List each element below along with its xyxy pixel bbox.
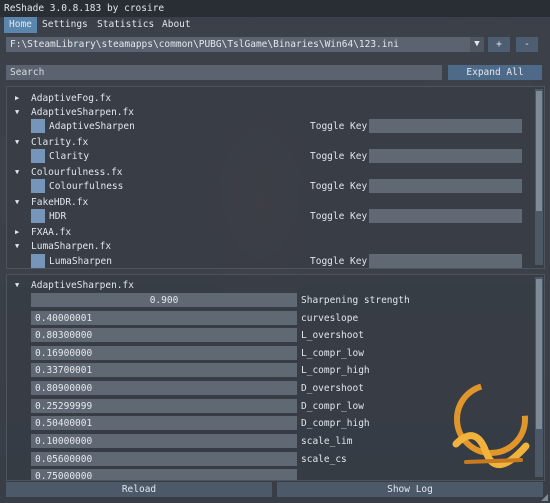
param-drag-field[interactable]: 0.05600000 [31,452,297,466]
technique-checkbox[interactable] [31,149,45,163]
toggle-key-field[interactable] [369,149,522,163]
toggle-key-field[interactable] [369,179,522,193]
param-row: 0.900 Sharpening strength [7,293,532,308]
triangle-down-icon[interactable]: ▼ [15,242,19,250]
search-input[interactable]: Search [6,65,442,80]
triangle-right-icon[interactable]: ▶ [15,94,19,102]
param-row: 0.80300000 L_overshoot [7,328,532,343]
param-drag-field[interactable]: 0.10000000 [31,434,297,448]
chevron-down-icon[interactable]: ▼ [470,37,484,52]
technique-row-colourfulness: Colourfulness Toggle Key [7,179,532,194]
param-drag-field[interactable]: 0.80300000 [31,328,297,342]
triangle-down-icon[interactable]: ▼ [15,168,19,176]
param-drag-field[interactable]: 0.50400001 [31,416,297,430]
effect-header-fxaa[interactable]: ▶ FXAA.fx [7,225,532,240]
param-drag-field[interactable]: 0.40000001 [31,311,297,325]
tab-about[interactable]: About [157,17,196,33]
technique-row-lumasharpen: LumaSharpen Toggle Key [7,254,532,268]
param-drag-field[interactable]: 0.25299999 [31,399,297,413]
technique-checkbox[interactable] [31,179,45,193]
show-log-button[interactable]: Show Log [277,482,543,497]
technique-checkbox[interactable] [31,254,45,268]
param-drag-field[interactable]: 0.16900000 [31,346,297,360]
menu-bar: Home Settings Statistics About [0,17,550,33]
effects-scrollbar[interactable] [535,89,543,265]
effects-scrollbar-thumb[interactable] [536,91,542,211]
technique-checkbox[interactable] [31,209,45,223]
params-header[interactable]: ▼ AdaptiveSharpen.fx [7,278,532,293]
effects-list[interactable]: ▶ AdaptiveFog.fx ▼ AdaptiveSharpen.fx Ad… [6,86,545,269]
watermark-logo [452,382,530,468]
effect-header-lumasharpen[interactable]: ▼ LumaSharpen.fx [7,239,532,254]
effect-header-colourfulness[interactable]: ▼ Colourfulness.fx [7,165,532,180]
technique-row-clarity: Clarity Toggle Key [7,149,532,164]
expand-all-button[interactable]: Expand All [448,65,542,80]
toggle-key-field[interactable] [369,119,522,133]
triangle-down-icon[interactable]: ▼ [15,198,19,206]
param-row: 0.16900000 L_compr_low [7,346,532,361]
param-slider[interactable]: 0.900 [31,293,297,307]
triangle-down-icon[interactable]: ▼ [15,138,19,146]
toggle-key-field[interactable] [369,209,522,223]
effect-header-adaptivefog[interactable]: ▶ AdaptiveFog.fx [7,91,532,106]
param-drag-field[interactable]: 0.75000000 [31,469,297,480]
logo-underline [464,458,523,464]
resize-grip[interactable] [541,494,548,501]
preset-selector[interactable]: F:\SteamLibrary\steamapps\common\PUBG\Ts… [6,37,484,52]
param-row: 0.40000001 curveslope [7,311,532,326]
search-placeholder: Search [10,67,45,78]
triangle-down-icon[interactable]: ▼ [15,108,19,116]
title-bar[interactable]: ReShade 3.0.8.183 by crosire [0,0,550,17]
logo-ring [454,382,528,456]
add-preset-button[interactable]: + [488,37,510,52]
param-drag-field[interactable]: 0.80900000 [31,381,297,395]
param-drag-field[interactable]: 0.33700001 [31,363,297,377]
effect-header-clarity[interactable]: ▼ Clarity.fx [7,135,532,150]
tab-statistics[interactable]: Statistics [92,17,159,33]
remove-preset-button[interactable]: - [516,37,538,52]
technique-row-hdr: HDR Toggle Key [7,209,532,224]
tab-settings[interactable]: Settings [37,17,93,33]
toggle-key-field[interactable] [369,254,522,268]
effect-header-fakehdr[interactable]: ▼ FakeHDR.fx [7,195,532,210]
preset-path: F:\SteamLibrary\steamapps\common\PUBG\Ts… [10,39,399,50]
effect-header-adaptivesharpen[interactable]: ▼ AdaptiveSharpen.fx [7,105,532,120]
technique-row-adaptivesharpen: AdaptiveSharpen Toggle Key [7,119,532,134]
reshade-window: ReShade 3.0.8.183 by crosire Home Settin… [0,0,550,503]
reload-button[interactable]: Reload [6,482,272,497]
tab-home[interactable]: Home [4,17,37,33]
window-title: ReShade 3.0.8.183 by crosire [4,3,165,14]
triangle-right-icon[interactable]: ▶ [15,228,19,236]
technique-checkbox[interactable] [31,119,45,133]
triangle-down-icon[interactable]: ▼ [15,281,19,289]
